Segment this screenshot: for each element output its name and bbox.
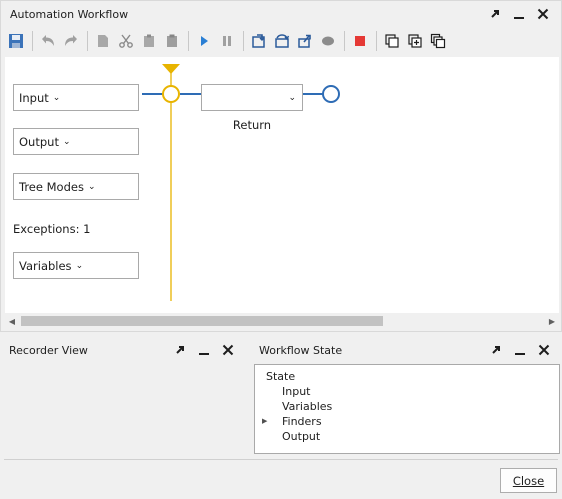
- redo-icon[interactable]: [60, 30, 82, 52]
- toolbar-separator: [243, 31, 244, 51]
- state-tree[interactable]: State Input Variables ▶ Finders Output: [254, 364, 560, 454]
- chevron-down-icon: ⌄: [288, 92, 296, 103]
- toolbar: [5, 29, 450, 53]
- variables-label: Variables: [19, 258, 72, 273]
- workflow-state-panel: Workflow State State Input Variables ▶ F…: [250, 338, 562, 458]
- input-label: Input: [19, 90, 49, 105]
- return-label: Return: [232, 118, 272, 132]
- minimize-icon[interactable]: [192, 339, 216, 361]
- tree-item-state[interactable]: State: [255, 369, 559, 384]
- recorder-view-panel: Recorder View: [0, 338, 244, 458]
- workflow-state-header: Workflow State: [250, 338, 562, 362]
- tree-modes-label: Tree Modes: [19, 179, 84, 194]
- tree-item-input[interactable]: Input: [255, 384, 559, 399]
- paste-icon[interactable]: [138, 30, 160, 52]
- close-button-label: Close: [512, 473, 545, 488]
- minimize-icon[interactable]: [507, 3, 531, 25]
- end-node: [322, 85, 340, 103]
- run-icon[interactable]: [193, 30, 215, 52]
- pin-icon[interactable]: [483, 3, 507, 25]
- toolbar-separator: [344, 31, 345, 51]
- scrollbar-thumb[interactable]: [21, 316, 383, 326]
- tree-item-variables[interactable]: Variables: [255, 399, 559, 414]
- chevron-down-icon: ⌄: [52, 92, 61, 103]
- chevron-down-icon: ⌄: [62, 136, 71, 147]
- toolbar-separator: [87, 31, 88, 51]
- window-icon[interactable]: [381, 30, 403, 52]
- breakpoint-icon[interactable]: [317, 30, 339, 52]
- main-panel-title: Automation Workflow: [10, 7, 129, 21]
- step-out-icon[interactable]: [294, 30, 316, 52]
- input-dropdown[interactable]: Input ⌄: [13, 84, 139, 111]
- undo-icon[interactable]: [37, 30, 59, 52]
- minimize-icon[interactable]: [508, 339, 532, 361]
- copy-icon[interactable]: [92, 30, 114, 52]
- recorder-panel-header: Recorder View: [0, 338, 244, 362]
- window-add-icon[interactable]: [404, 30, 426, 52]
- scroll-right-icon[interactable]: ▶: [545, 313, 559, 329]
- chevron-down-icon: ⌄: [75, 260, 84, 271]
- footer-divider: [4, 459, 558, 460]
- step-into-icon[interactable]: [248, 30, 270, 52]
- workflow-canvas[interactable]: Input ⌄ Output ⌄ Tree Modes ⌄ Exceptions…: [5, 57, 559, 313]
- workflow-state-title: Workflow State: [259, 343, 343, 357]
- tree-item-finders-label: Finders: [282, 415, 322, 428]
- toolbar-separator: [32, 31, 33, 51]
- horizontal-scrollbar[interactable]: ◀ ▶: [5, 313, 559, 329]
- window-cascade-icon[interactable]: [427, 30, 449, 52]
- recorder-panel-title: Recorder View: [9, 343, 88, 357]
- chevron-down-icon: ⌄: [87, 181, 96, 192]
- expand-arrow-icon[interactable]: ▶: [262, 414, 267, 429]
- automation-workflow-panel: Automation Workflow Input ⌄ Output ⌄ Tre…: [0, 0, 562, 332]
- pin-icon[interactable]: [168, 339, 192, 361]
- scroll-left-icon[interactable]: ◀: [5, 313, 19, 329]
- tree-item-finders[interactable]: ▶ Finders: [255, 414, 559, 429]
- save-icon[interactable]: [5, 30, 27, 52]
- tree-modes-dropdown[interactable]: Tree Modes ⌄: [13, 173, 139, 200]
- output-dropdown[interactable]: Output ⌄: [13, 128, 139, 155]
- step-over-icon[interactable]: [271, 30, 293, 52]
- variables-dropdown[interactable]: Variables ⌄: [13, 252, 139, 279]
- close-icon[interactable]: [532, 339, 556, 361]
- clipboard-icon[interactable]: [161, 30, 183, 52]
- tree-item-output[interactable]: Output: [255, 429, 559, 444]
- main-panel-header: Automation Workflow: [1, 2, 561, 26]
- cut-icon[interactable]: [115, 30, 137, 52]
- toolbar-separator: [376, 31, 377, 51]
- pin-icon[interactable]: [484, 339, 508, 361]
- return-dropdown[interactable]: ⌄: [201, 84, 303, 111]
- close-button[interactable]: Close: [500, 468, 557, 493]
- close-icon[interactable]: [216, 339, 240, 361]
- toolbar-separator: [188, 31, 189, 51]
- start-node: [162, 85, 180, 103]
- close-icon[interactable]: [531, 3, 555, 25]
- timeline-marker: [162, 64, 180, 74]
- exceptions-count: Exceptions: 1: [13, 222, 91, 236]
- stop-icon[interactable]: [349, 30, 371, 52]
- pause-icon[interactable]: [216, 30, 238, 52]
- output-label: Output: [19, 134, 59, 149]
